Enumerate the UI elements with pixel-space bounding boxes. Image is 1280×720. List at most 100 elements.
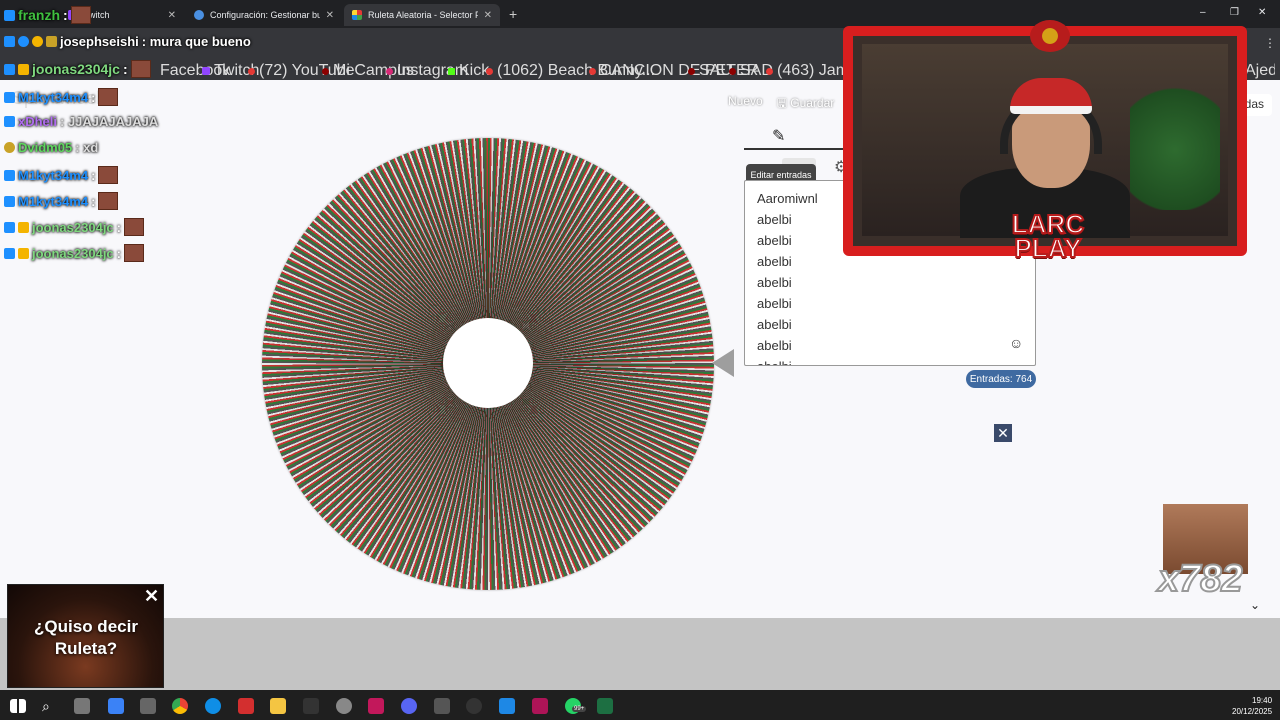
entry-item: abelbi: [757, 317, 792, 332]
wheel-actions: Nuevo 🖫 Guardar: [728, 94, 834, 115]
badge-icon: [18, 63, 29, 75]
youtube-icon: [248, 67, 255, 75]
task-view-icon[interactable]: [74, 698, 90, 714]
search-icon[interactable]: ⌕: [42, 698, 50, 715]
calculator-icon[interactable]: [434, 698, 450, 714]
store-icon[interactable]: [108, 698, 124, 714]
badge-icon: [4, 91, 15, 103]
chat-user: joonas2304jc: [32, 245, 114, 261]
chat-message: joonas2304jc:: [4, 60, 151, 78]
tab-ruleta[interactable]: Ruleta Aleatoria - Selector Pers ✕: [344, 4, 500, 26]
badge-icon: [18, 221, 29, 233]
campus-icon: [322, 67, 329, 75]
chat-user: franzh: [18, 7, 60, 23]
emote-counter: x782: [1157, 557, 1244, 601]
roulette-popup-text: ¿Quiso decir Ruleta?: [14, 616, 158, 660]
kick-icon: [448, 67, 455, 75]
windows-taskbar: [0, 690, 1280, 720]
close-tab-icon[interactable]: ✕: [326, 10, 334, 21]
entry-item: abelbi: [757, 338, 792, 353]
badge-icon: [4, 221, 15, 233]
app-icon[interactable]: [238, 698, 254, 714]
app-icon[interactable]: [368, 698, 384, 714]
instagram-icon: [386, 67, 393, 75]
close-icon[interactable]: ✕: [144, 586, 159, 607]
tab-title: Ruleta Aleatoria - Selector Pers: [368, 10, 478, 20]
bell-bow-icon: [1030, 20, 1070, 52]
emoji-picker-icon[interactable]: ☺: [1009, 335, 1023, 351]
close-window-button[interactable]: ✕: [1258, 7, 1266, 18]
new-tab-button[interactable]: +: [509, 6, 517, 22]
emote-icon: [124, 218, 144, 236]
wheel-favicon-icon: [352, 10, 362, 20]
bookmark-kick[interactable]: Kick: [448, 62, 489, 80]
minimize-button[interactable]: –: [1200, 7, 1206, 18]
pencil-icon[interactable]: ✎: [772, 126, 785, 146]
obs-icon[interactable]: [466, 698, 482, 714]
badge-icon: [4, 9, 15, 21]
chat-text: : mura que bueno: [141, 34, 251, 49]
tab-title: Configuración: Gestionar busca: [210, 10, 320, 20]
close-icon[interactable]: ✕: [994, 424, 1012, 442]
youtube-icon: [766, 67, 773, 75]
edge-icon[interactable]: [205, 698, 221, 714]
wheel-pointer-icon: [712, 349, 734, 377]
chat-message: M1kyt34m4:: [4, 88, 119, 106]
badge-icon: [4, 116, 15, 127]
bookmark-ajedrez[interactable]: Ajedrez: [1245, 62, 1275, 80]
entries-count-badge: Entradas: 764: [966, 370, 1036, 388]
chat-user: M1kyt34m4: [18, 167, 89, 183]
chat-text: :: [116, 245, 121, 261]
badge-icon: [4, 63, 15, 75]
chat-user: xDheli: [18, 114, 58, 129]
clock-time: 19:40: [1252, 696, 1273, 705]
chat-message: joonas2304jc:: [4, 218, 144, 236]
taskbar-clock[interactable]: 19:40 20/12/2025: [1232, 695, 1272, 717]
start-icon[interactable]: [10, 699, 26, 713]
app-icon[interactable]: [140, 698, 156, 714]
youtube-icon: [486, 67, 493, 75]
entry-item: abelbi: [757, 275, 792, 290]
popup-line: Ruleta?: [54, 639, 118, 658]
emote-icon: [98, 166, 119, 184]
close-tab-icon[interactable]: ✕: [168, 10, 176, 21]
save-button[interactable]: 🖫 Guardar: [777, 94, 835, 115]
chat-user: Dvidm05: [18, 140, 73, 155]
discord-icon[interactable]: [401, 698, 417, 714]
app-icon[interactable]: [336, 698, 352, 714]
entry-item: abelbi: [757, 212, 792, 227]
save-label: Guardar: [790, 96, 835, 110]
new-button[interactable]: Nuevo: [728, 94, 763, 115]
bookmark-sau[interactable]: SAU: [688, 62, 732, 80]
folder-icon[interactable]: [270, 698, 286, 714]
app-icon[interactable]: [303, 698, 319, 714]
chrome-icon[interactable]: [172, 698, 188, 714]
chat-message: xDheli: JJAJAJAJAJA: [4, 114, 158, 129]
notification-badge: 99+: [572, 706, 587, 712]
app-icon[interactable]: [499, 698, 515, 714]
badge-icon: [4, 142, 15, 153]
bookmark-label: SAU: [699, 62, 732, 79]
close-tab-icon[interactable]: ✕: [484, 10, 492, 21]
menu-dots-icon[interactable]: ⋮: [1264, 36, 1276, 50]
chat-text: :: [91, 167, 96, 183]
logo-line: PLAY: [1014, 233, 1083, 263]
maximize-button[interactable]: ❐: [1230, 7, 1239, 18]
excel-icon[interactable]: [597, 698, 613, 714]
chat-text: :: [63, 7, 68, 23]
tab-settings[interactable]: Configuración: Gestionar busca ✕: [186, 4, 342, 26]
clock-date: 20/12/2025: [1232, 707, 1273, 716]
app-icon[interactable]: [532, 698, 548, 714]
chat-message: josephseishi: mura que bueno: [4, 34, 251, 49]
emote-icon: [70, 6, 91, 24]
sad-icon: [729, 67, 736, 75]
chat-text: :: [91, 193, 96, 209]
chevron-down-icon[interactable]: ⌄: [1250, 598, 1260, 612]
wheel-center-hub[interactable]: [443, 318, 533, 408]
twitch-icon: [202, 67, 210, 75]
popup-line: ¿Quiso decir: [34, 617, 138, 636]
badge-icon: [46, 36, 57, 47]
youtube-icon: [589, 67, 596, 75]
chat-text: :: [91, 89, 96, 105]
entry-item: abelbi: [757, 296, 792, 311]
